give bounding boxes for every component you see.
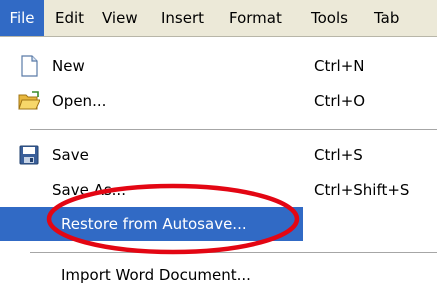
menu-item-open[interactable]: Open... Ctrl+O: [0, 84, 437, 118]
menu-item-label: Restore from Autosave...: [61, 215, 247, 233]
menu-item-shortcut: Ctrl+Shift+S: [314, 181, 410, 199]
menu-tools[interactable]: Tools: [311, 0, 348, 36]
menu-insert[interactable]: Insert: [161, 0, 204, 36]
menu-separator: [30, 129, 437, 130]
menu-item-save-as[interactable]: Save As... Ctrl+Shift+S: [0, 173, 437, 207]
save-disk-icon: [18, 144, 40, 166]
new-document-icon: [18, 55, 40, 77]
menu-item-label: Save: [52, 146, 89, 164]
menu-item-label: New: [52, 57, 85, 75]
menu-item-new[interactable]: New Ctrl+N: [0, 49, 437, 83]
menu-item-restore-autosave[interactable]: Restore from Autosave...: [0, 207, 303, 241]
menu-table[interactable]: Tab: [374, 0, 399, 36]
menu-separator: [30, 252, 437, 253]
menu-view[interactable]: View: [102, 0, 138, 36]
open-folder-icon: [18, 90, 41, 112]
menu-item-shortcut: Ctrl+N: [314, 57, 365, 75]
menu-item-shortcut: Ctrl+S: [314, 146, 363, 164]
menu-format[interactable]: Format: [229, 0, 282, 36]
menu-item-shortcut: Ctrl+O: [314, 92, 366, 110]
menu-file[interactable]: File: [0, 0, 44, 36]
menu-item-label: Save As...: [52, 181, 126, 199]
menu-edit[interactable]: Edit: [55, 0, 84, 36]
menu-bar: File Edit View Insert Format Tools Tab: [0, 0, 437, 37]
menu-item-save[interactable]: Save Ctrl+S: [0, 138, 437, 172]
menu-item-label: Open...: [52, 92, 107, 110]
